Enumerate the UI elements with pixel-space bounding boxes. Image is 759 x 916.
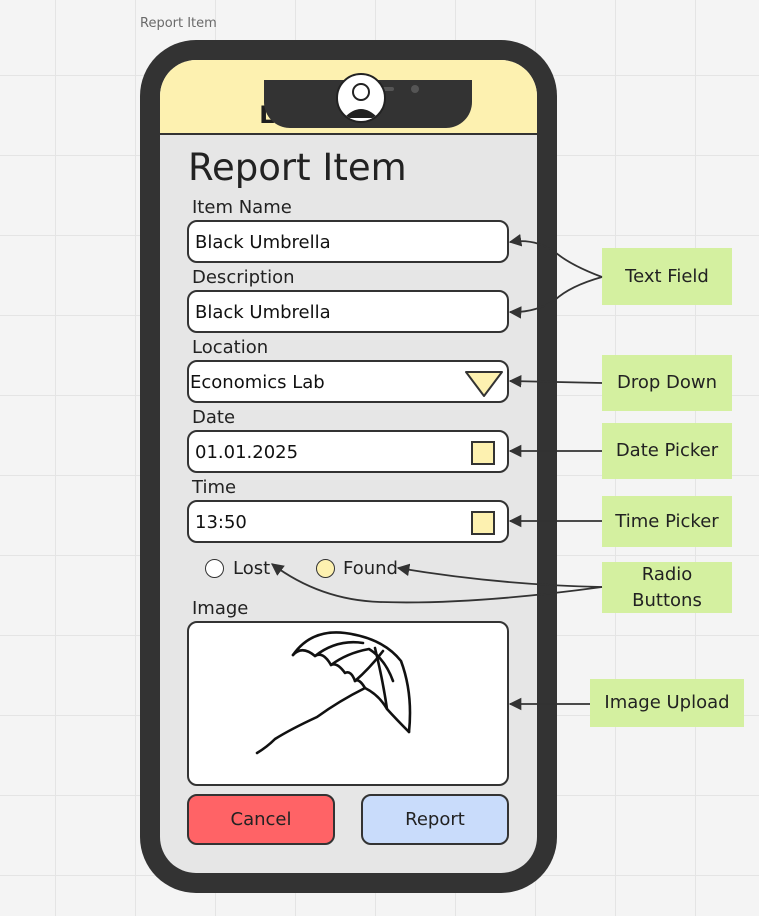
- annotation-connectors: [270, 233, 603, 711]
